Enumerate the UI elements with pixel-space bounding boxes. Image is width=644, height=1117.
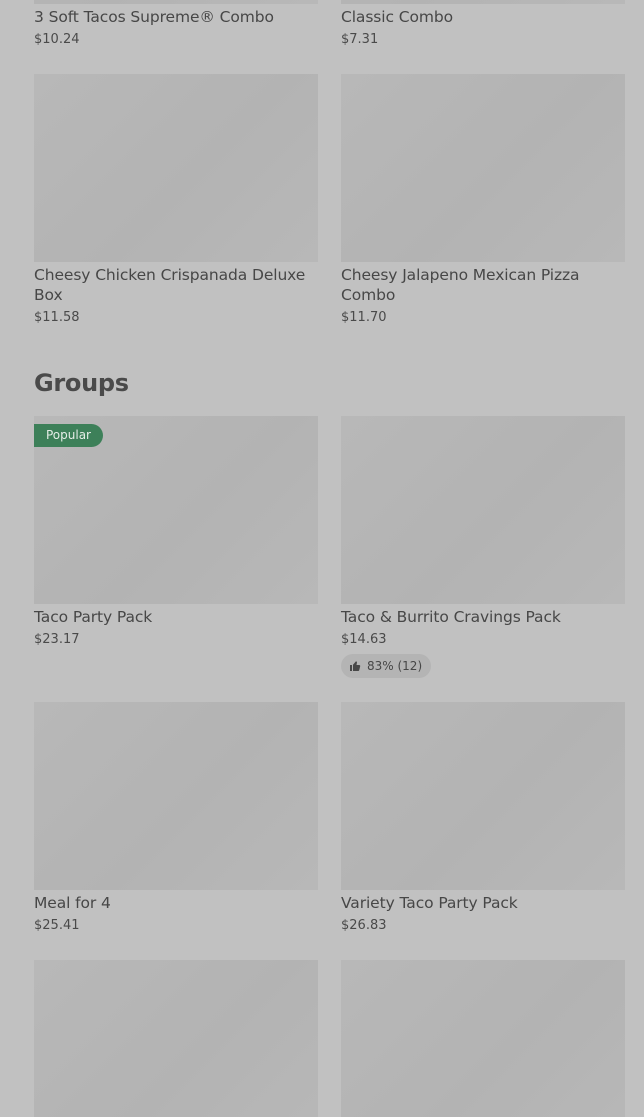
item-image [341,960,625,1117]
item-image [341,702,625,890]
popular-badge: Popular [34,424,103,447]
item-image [34,702,318,890]
item-image [341,416,625,604]
item-name: Cheesy Chicken Crispanada Deluxe Box [34,266,306,304]
menu-item-card[interactable]: Cheesy Chicken Crispanada Deluxe Box $11… [34,74,318,330]
item-price: $7.31 [341,32,379,47]
item-price: $25.41 [34,918,80,933]
item-name: 3 Soft Tacos Supreme® Combo [34,8,274,26]
menu-item-card[interactable]: Classic Combo $7.31 [341,0,625,60]
item-price: $11.58 [34,310,80,325]
menu-item-card[interactable]: Cheesy Jalapeno Mexican Pizza Combo $11.… [341,74,625,330]
item-price: $26.83 [341,918,387,933]
item-price: $11.70 [341,310,387,325]
item-name: Taco Party Pack [34,608,153,626]
item-name: Cheesy Jalapeno Mexican Pizza Combo [341,266,580,304]
item-price: $10.24 [34,32,80,47]
thumbs-up-icon [349,660,361,672]
item-price: $14.63 [341,632,387,647]
rating-text: 83% (12) [367,659,423,673]
menu-item-card[interactable]: Variety Taco Party Pack $26.83 [341,702,625,938]
item-image [34,74,318,262]
item-name: Meal for 4 [34,894,111,912]
item-name: Variety Taco Party Pack [341,894,518,912]
item-name: Classic Combo [341,8,453,26]
menu-item-card[interactable]: 3 Soft Tacos Supreme® Combo $10.24 [34,0,318,60]
menu-page: 3 Soft Tacos Supreme® Combo $10.24 Class… [0,0,644,1117]
rating-pill: 83% (12) [341,654,432,678]
item-name: Taco & Burrito Cravings Pack [341,608,561,626]
item-image [34,0,318,4]
item-image [341,74,625,262]
menu-item-card[interactable] [341,960,625,1117]
menu-item-card[interactable]: Taco & Burrito Cravings Pack $14.63 83% … [341,416,625,680]
item-image [341,0,625,4]
section-title-groups: Groups [34,369,129,397]
menu-item-card[interactable] [34,960,318,1117]
item-price: $23.17 [34,632,80,647]
item-image [34,960,318,1117]
menu-item-card[interactable]: Popular Taco Party Pack $23.17 [34,416,318,652]
menu-item-card[interactable]: Meal for 4 $25.41 [34,702,318,938]
